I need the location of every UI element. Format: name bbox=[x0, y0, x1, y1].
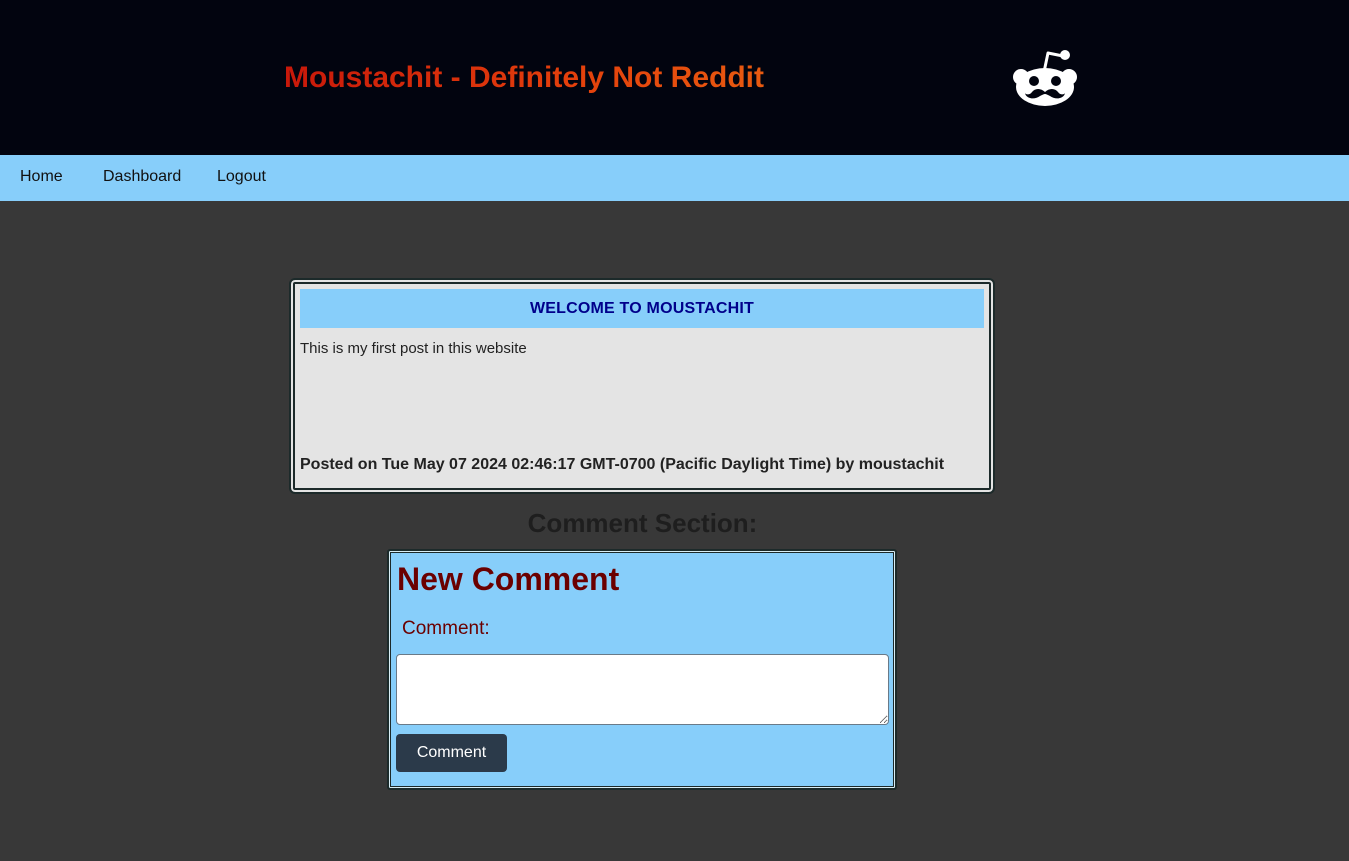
comment-label: Comment: bbox=[402, 618, 490, 639]
nav-dashboard-link[interactable]: Dashboard bbox=[103, 155, 181, 201]
post-content: This is my first post in this website bbox=[300, 340, 527, 357]
new-comment-form: New Comment Comment: Comment bbox=[387, 549, 897, 790]
nav-logout-link[interactable]: Logout bbox=[217, 155, 266, 201]
site-title: Moustachit - Definitely Not Reddit bbox=[284, 58, 764, 98]
comment-textarea[interactable] bbox=[396, 654, 889, 725]
comment-submit-button[interactable]: Comment bbox=[396, 734, 507, 772]
post-meta: Posted on Tue May 07 2024 02:46:17 GMT-0… bbox=[300, 456, 945, 473]
reddit-alien-moustache-icon bbox=[1013, 50, 1077, 106]
site-header: Moustachit - Definitely Not Reddit bbox=[0, 0, 1349, 155]
post-card: WELCOME TO MOUSTACHIT This is my first p… bbox=[289, 278, 995, 494]
comment-section-heading: Comment Section: bbox=[527, 508, 758, 538]
new-comment-title: New Comment bbox=[397, 561, 620, 597]
post-title: WELCOME TO MOUSTACHIT bbox=[300, 289, 984, 328]
nav-home-link[interactable]: Home bbox=[20, 155, 63, 201]
navbar: Home Dashboard Logout bbox=[0, 155, 1349, 201]
